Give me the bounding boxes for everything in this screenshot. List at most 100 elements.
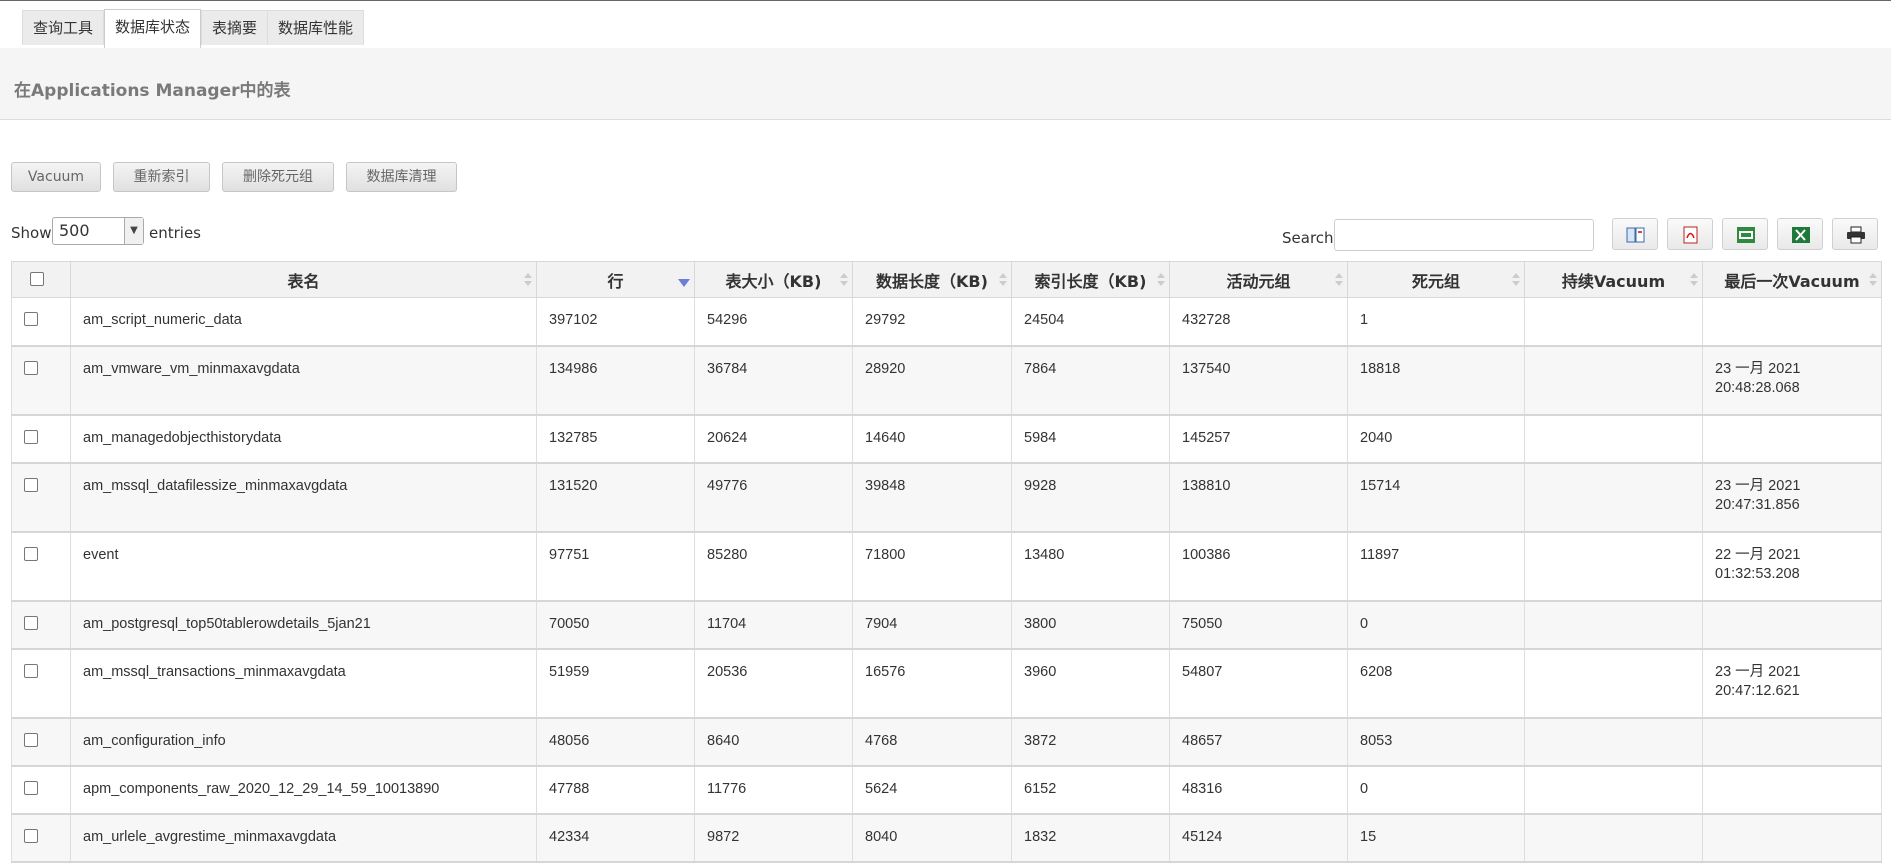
tab-query-tool[interactable]: 查询工具 [22,10,105,45]
column-header-live-tuples[interactable]: 活动元组 [1169,261,1348,298]
page-title: 在Applications Manager中的表 [14,81,291,101]
row-select-cell [11,297,71,347]
cell-last-vacuum [1702,813,1882,863]
cell-last-vacuum: 23 一月 2021 20:47:12.621 [1702,648,1882,719]
row-select-cell [11,765,71,815]
cell-cont [1524,531,1703,602]
row-checkbox[interactable] [24,546,38,561]
cell-dead: 1 [1347,297,1525,347]
row-checkbox[interactable] [24,312,38,326]
select-all-checkbox[interactable] [30,272,44,286]
tab-bar: 查询工具 数据库状态 表摘要 数据库性能 [0,0,1891,49]
cell-cont [1524,345,1703,416]
cell-size: 8640 [694,717,853,767]
tab-table-summary[interactable]: 表摘要 [201,10,269,45]
cell-data: 39848 [852,462,1012,533]
cell-name: event [70,531,537,602]
cell-rows: 70050 [536,600,695,650]
database-cleanup-button[interactable]: 数据库清理 [346,162,457,192]
cell-size: 49776 [694,462,853,533]
cell-live: 100386 [1169,531,1348,602]
column-header-dead-tuples[interactable]: 死元组 [1347,261,1525,298]
cell-cont [1524,600,1703,650]
select-all-header [11,261,71,298]
tab-database-status[interactable]: 数据库状态 [104,9,202,48]
sort-icon [1869,273,1877,287]
column-header-rows[interactable]: 行 [536,261,695,298]
cell-dead: 15714 [1347,462,1525,533]
cell-last-vacuum [1702,414,1882,464]
row-checkbox[interactable] [24,828,38,843]
cell-dead: 8053 [1347,717,1525,767]
column-header-table-size[interactable]: 表大小（KB) [694,261,853,298]
cell-name: am_postgresql_top50tablerowdetails_5jan2… [70,600,537,650]
excel-export-button[interactable] [1777,218,1823,250]
cell-data: 4768 [852,717,1012,767]
column-header-data-length[interactable]: 数据长度（KB) [852,261,1012,298]
last-vacuum-time: 20:47:12.621 [1715,682,1800,699]
cell-live: 75050 [1169,600,1348,650]
vacuum-button[interactable]: Vacuum [11,162,101,192]
cell-dead: 0 [1347,600,1525,650]
column-visibility-button[interactable] [1612,218,1658,250]
row-checkbox[interactable] [24,732,38,747]
last-vacuum-time: 20:48:28.068 [1715,379,1800,396]
cell-data: 14640 [852,414,1012,464]
row-select-cell [11,414,71,464]
cell-live: 48316 [1169,765,1348,815]
cell-last-vacuum: 23 一月 2021 20:47:31.856 [1702,462,1882,533]
column-header-index-length[interactable]: 索引长度（KB) [1011,261,1170,298]
sort-icon [524,273,532,287]
delete-dead-tuples-button[interactable]: 删除死元组 [222,162,334,192]
cell-index: 1832 [1011,813,1170,863]
last-vacuum-date: 22 一月 2021 [1715,546,1801,563]
cell-name: am_managedobjecthistorydata [70,414,537,464]
column-header-last-vacuum[interactable]: 最后一次Vacuum [1702,261,1882,298]
entries-label: entries [149,224,201,242]
entries-select[interactable]: 500 ▼ [52,217,144,245]
row-select-cell [11,813,71,863]
last-vacuum-date: 23 一月 2021 [1715,477,1801,494]
tables-table: 表名 行 表大小（KB) 数据长度（KB) 索引长度（KB) 活动元组 死元组 … [11,261,1882,863]
cell-rows: 48056 [536,717,695,767]
cell-rows: 42334 [536,813,695,863]
cell-index: 3800 [1011,600,1170,650]
cell-name: am_configuration_info [70,717,537,767]
table-row: am_mssql_datafilessize_minmaxavgdata 1315… [11,462,1882,533]
cell-live: 138810 [1169,462,1348,533]
cell-data: 8040 [852,813,1012,863]
row-checkbox[interactable] [24,429,38,444]
row-checkbox[interactable] [24,477,38,492]
pdf-icon [1683,226,1698,244]
last-vacuum-time: 20:47:31.856 [1715,496,1800,513]
table-row: am_managedobjecthistorydata 132785 20624 14… [11,414,1882,464]
column-header-continuous-vacuum[interactable]: 持续Vacuum [1524,261,1703,298]
cell-last-vacuum [1702,297,1882,347]
row-checkbox[interactable] [24,663,38,678]
sort-icon [999,273,1007,287]
cell-dead: 0 [1347,765,1525,815]
cell-cont [1524,648,1703,719]
entries-select-value: 500 [59,221,90,240]
table-header-row: 表名 行 表大小（KB) 数据长度（KB) 索引长度（KB) 活动元组 死元组 … [11,261,1882,298]
column-header-name[interactable]: 表名 [70,261,537,298]
pdf-export-button[interactable] [1667,218,1713,250]
reindex-button[interactable]: 重新索引 [113,162,210,192]
last-vacuum-date: 23 一月 2021 [1715,663,1801,680]
cell-rows: 397102 [536,297,695,347]
row-checkbox[interactable] [24,615,38,630]
row-checkbox[interactable] [24,780,38,795]
cell-cont [1524,414,1703,464]
cell-rows: 51959 [536,648,695,719]
search-input[interactable] [1334,219,1594,251]
tab-database-performance[interactable]: 数据库性能 [267,10,365,45]
print-button[interactable] [1832,218,1878,250]
row-checkbox[interactable] [24,360,38,375]
cell-data: 16576 [852,648,1012,719]
cell-last-vacuum [1702,717,1882,767]
cell-index: 3960 [1011,648,1170,719]
cell-name: am_urlele_avgrestime_minmaxavgdata [70,813,537,863]
cell-index: 7864 [1011,345,1170,416]
csv-export-button[interactable] [1722,218,1768,250]
cell-rows: 47788 [536,765,695,815]
